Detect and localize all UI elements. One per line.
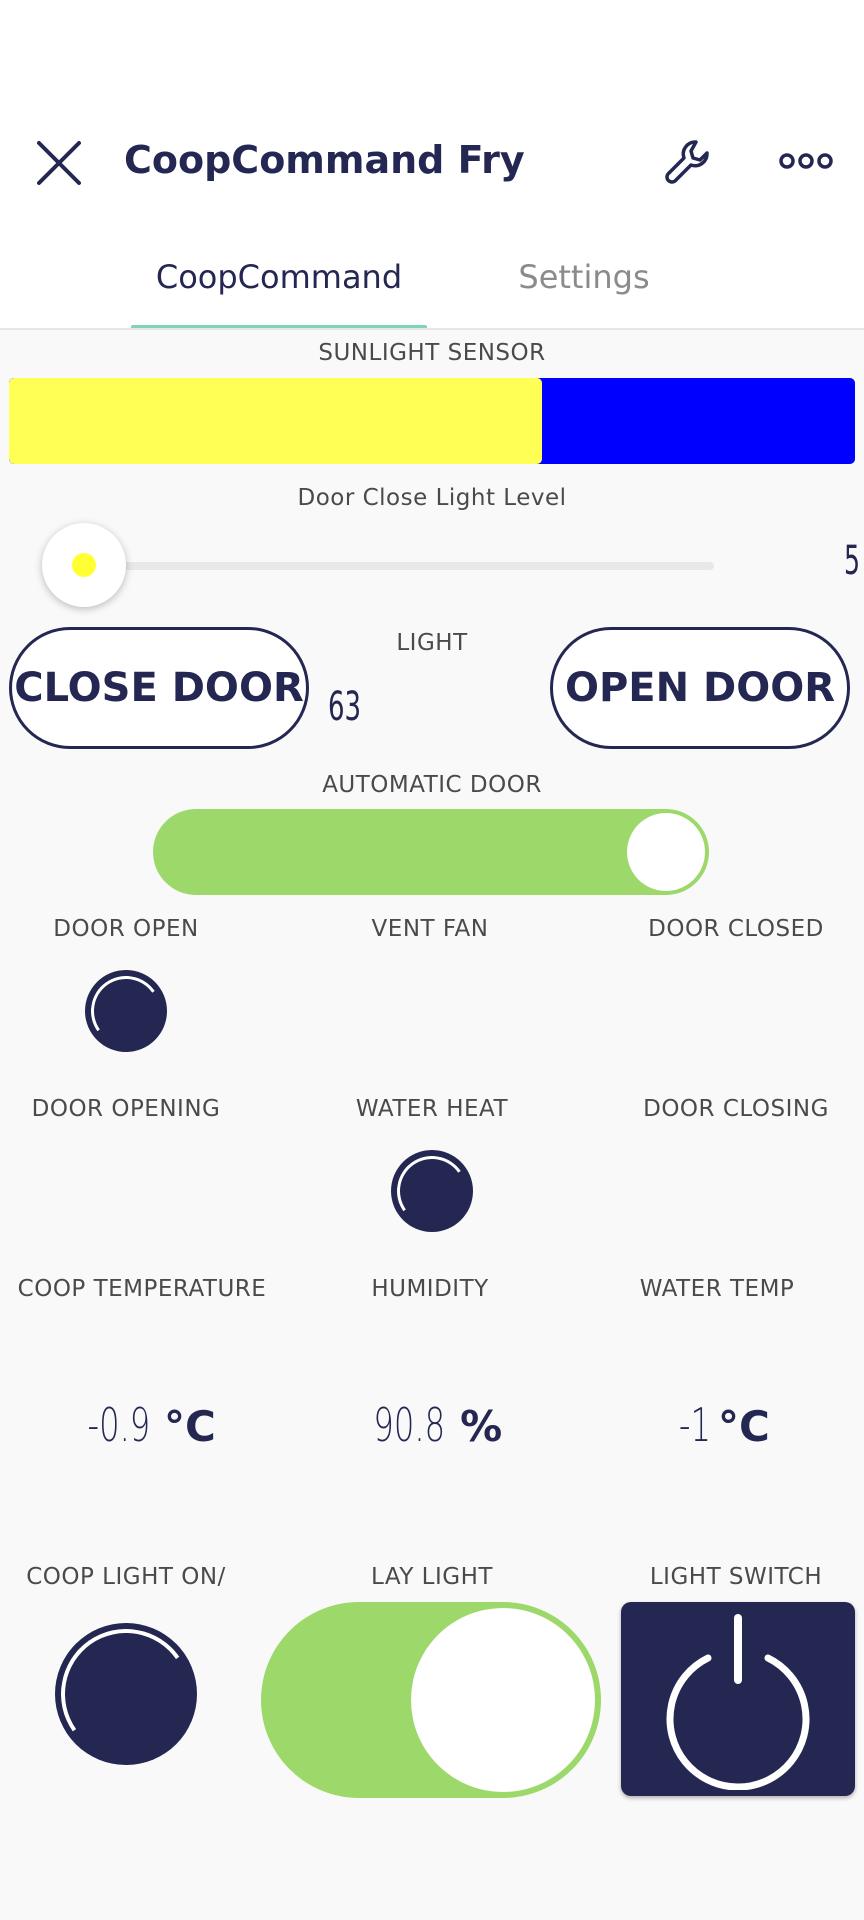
door-open-led xyxy=(85,970,167,1052)
coop-temperature-label: COOP TEMPERATURE xyxy=(17,1276,267,1302)
more-options-icon[interactable] xyxy=(778,150,834,172)
led-highlight xyxy=(85,970,167,1052)
wrench-icon[interactable] xyxy=(660,136,716,192)
header-divider xyxy=(0,328,864,330)
slider-value: 5 xyxy=(843,538,860,584)
door-closing-label: DOOR CLOSING xyxy=(643,1096,829,1122)
toggle-knob xyxy=(627,813,705,891)
light-level-slider-handle[interactable] xyxy=(42,523,126,607)
lay-light-toggle[interactable] xyxy=(261,1602,601,1798)
water-temp-unit: °C xyxy=(718,1402,770,1451)
water-temp-value: -1 °C xyxy=(616,1398,826,1452)
close-icon[interactable] xyxy=(34,138,84,188)
tab-coopcommand[interactable]: CoopCommand xyxy=(131,258,427,296)
led-highlight xyxy=(391,1150,473,1232)
power-icon xyxy=(666,1614,810,1790)
light-switch-button[interactable] xyxy=(621,1602,855,1796)
automatic-door-label: AUTOMATIC DOOR xyxy=(322,772,542,798)
water-heat-label: WATER HEAT xyxy=(355,1096,509,1122)
light-switch-label: LIGHT SWITCH xyxy=(649,1564,823,1590)
lay-light-label: LAY LIGHT xyxy=(371,1564,493,1590)
app-header: CoopCommand Fry CoopCommand Settings xyxy=(0,0,864,330)
light-label: LIGHT xyxy=(396,630,468,656)
tab-settings[interactable]: Settings xyxy=(480,258,688,296)
door-opening-label: DOOR OPENING xyxy=(31,1096,221,1122)
vent-fan-label: VENT FAN xyxy=(371,916,489,942)
water-heat-led xyxy=(391,1150,473,1232)
water-temp-number: -1 xyxy=(679,1398,712,1452)
humidity-number: 90.8 xyxy=(373,1398,445,1452)
coop-light-label: COOP LIGHT ON/ xyxy=(26,1564,226,1590)
humidity-unit: % xyxy=(460,1402,503,1451)
light-level-slider-track[interactable] xyxy=(84,562,714,570)
device-title: CoopCommand Fry xyxy=(124,138,525,182)
led-highlight xyxy=(50,1618,202,1770)
sunlight-level-fill xyxy=(9,378,542,464)
open-door-button[interactable]: OPEN DOOR xyxy=(550,627,850,749)
humidity-value: 90.8% xyxy=(325,1398,535,1452)
coop-temp-unit: °C xyxy=(163,1402,216,1451)
close-door-button[interactable]: CLOSE DOOR xyxy=(9,627,309,749)
coop-temp-number: -0.9 xyxy=(87,1398,151,1452)
humidity-label: HUMIDITY xyxy=(371,1276,489,1302)
water-temp-label: WATER TEMP xyxy=(639,1276,795,1302)
door-close-light-level-label: Door Close Light Level xyxy=(297,485,567,511)
toggle-knob xyxy=(411,1608,595,1792)
coop-light-led xyxy=(50,1618,202,1770)
light-value: 63 xyxy=(328,684,362,730)
sunlight-sensor-label: SUNLIGHT SENSOR xyxy=(318,340,546,366)
coop-temperature-value: -0.9 °C xyxy=(40,1398,250,1452)
door-closed-label: DOOR CLOSED xyxy=(648,916,824,942)
automatic-door-toggle[interactable] xyxy=(153,809,709,895)
slider-handle-dot xyxy=(72,553,96,577)
door-open-label: DOOR OPEN xyxy=(53,916,199,942)
sunlight-level-bar xyxy=(9,378,855,464)
